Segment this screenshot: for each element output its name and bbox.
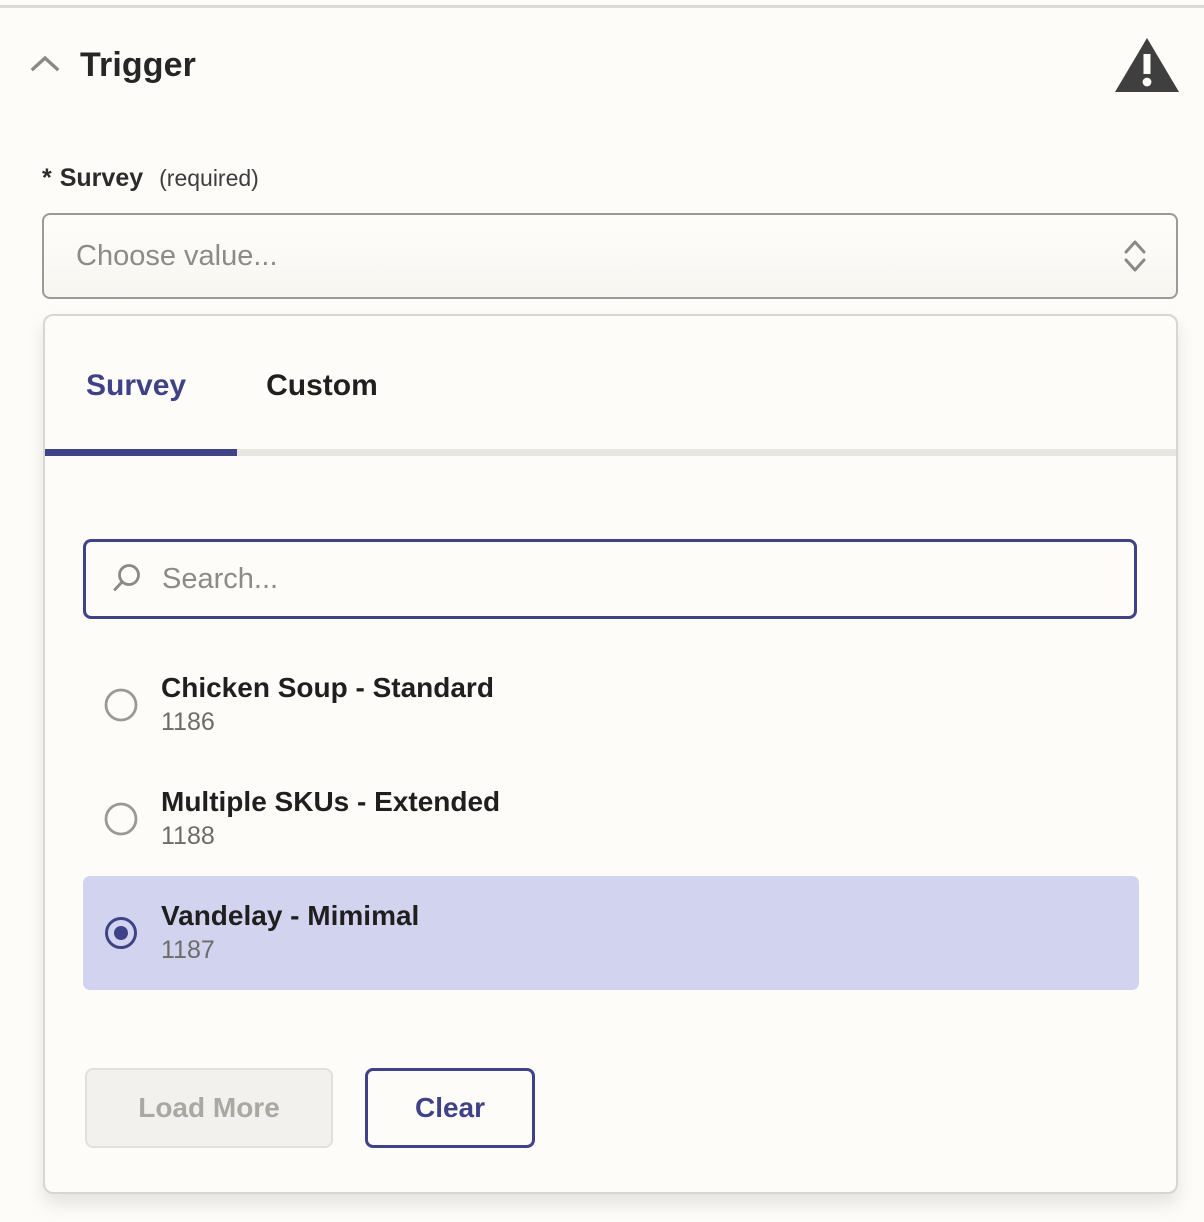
list-item[interactable]: Chicken Soup - Standard 1186 [83,648,1139,762]
radio-unchecked-icon[interactable] [103,687,139,723]
search-icon [108,561,144,597]
chevron-up-icon [28,48,62,82]
top-divider [0,5,1204,8]
search-input[interactable]: Search... [83,539,1137,619]
load-more-button[interactable]: Load More [85,1068,333,1148]
tab-active-indicator [45,449,237,456]
option-title: Vandelay - Mimimal [161,900,420,932]
dropdown-actions: Load More Clear [85,1068,535,1148]
radio-unchecked-icon[interactable] [103,801,139,837]
dropdown-tabs: Survey Custom [45,316,1176,456]
field-required-hint: (required) [159,165,259,191]
survey-option-list: Chicken Soup - Standard 1186 Multiple SK… [83,648,1139,990]
search-placeholder: Search... [162,562,279,595]
clear-button[interactable]: Clear [365,1068,535,1148]
section-header: Trigger [0,30,1204,100]
select-placeholder: Choose value... [76,239,278,272]
survey-dropdown-panel: Survey Custom Search... Chicken Soup - S… [43,314,1178,1194]
selector-up-down-icon[interactable] [1122,236,1148,276]
option-title: Multiple SKUs - Extended [161,786,501,818]
option-id: 1187 [161,936,215,965]
warning-triangle-icon [1114,35,1180,95]
required-asterisk: * [42,164,52,192]
option-title: Chicken Soup - Standard [161,672,494,704]
field-label-text: Survey [59,164,144,192]
tab-custom[interactable]: Custom [266,369,378,403]
list-item-selected[interactable]: Vandelay - Mimimal 1187 [83,876,1139,990]
section-collapse-toggle[interactable]: Trigger [28,46,196,85]
option-id: 1188 [161,822,215,851]
list-item[interactable]: Multiple SKUs - Extended 1188 [83,762,1139,876]
tab-survey[interactable]: Survey [86,369,186,403]
field-label: * Survey (required) [42,164,259,193]
radio-checked-icon[interactable] [103,915,139,951]
page-title: Trigger [80,45,196,84]
survey-select[interactable]: Choose value... [42,213,1178,299]
option-id: 1186 [161,708,215,737]
